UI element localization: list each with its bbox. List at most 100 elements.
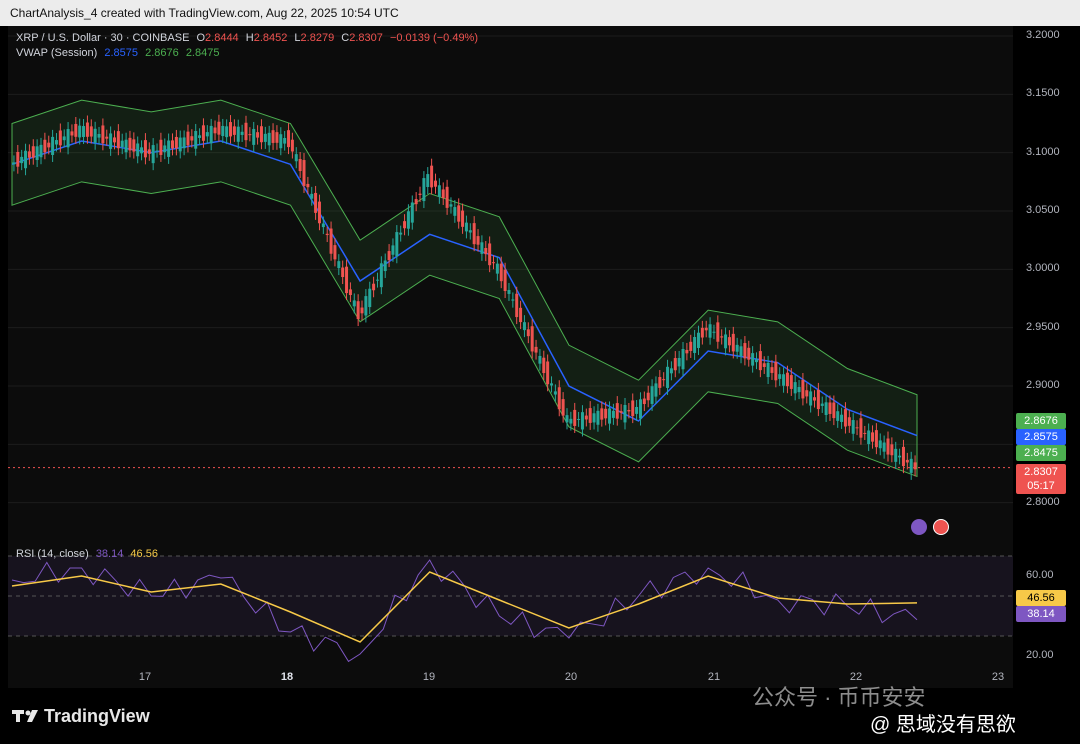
candle-body-197 <box>774 361 778 381</box>
candle-body-13 <box>62 136 66 141</box>
candle-body-162 <box>638 399 642 419</box>
candle-body-61 <box>248 134 252 136</box>
candle-body-91 <box>364 296 368 316</box>
candle-body-130 <box>515 293 519 318</box>
symbol-name: XRP / U.S. Dollar · 30 · COINBASE <box>16 32 190 44</box>
x-tick-label: 19 <box>422 671 436 683</box>
x-tick-label: 17 <box>138 671 152 683</box>
candle-body-92 <box>368 288 372 308</box>
candle-body-82 <box>329 228 333 254</box>
candle-body-103 <box>410 202 414 223</box>
candle-body-206 <box>809 391 813 406</box>
candle-body-107 <box>426 174 430 188</box>
candle-body-87 <box>348 289 352 296</box>
candle-body-161 <box>635 406 639 414</box>
candle-body-146 <box>577 418 581 420</box>
rsi-legend: RSI (14, close) 38.14 46.56 <box>16 548 162 560</box>
candle-body-100 <box>399 232 403 235</box>
candle-body-98 <box>391 245 395 255</box>
price-axis[interactable] <box>1013 26 1080 688</box>
candle-body-164 <box>646 392 650 401</box>
candle-body-198 <box>778 374 782 379</box>
candle-body-72 <box>290 139 294 152</box>
candle-body-213 <box>836 411 840 421</box>
chart-pane[interactable] <box>8 26 1013 688</box>
candle-body-210 <box>824 402 828 415</box>
candle-body-120 <box>476 236 480 245</box>
candle-body-81 <box>325 233 329 236</box>
candle-body-176 <box>693 336 697 353</box>
candle-body-233 <box>913 462 917 470</box>
candle-body-190 <box>747 347 751 360</box>
candle-body-129 <box>511 299 515 301</box>
candle-body-9 <box>47 142 51 148</box>
candle-body-80 <box>321 223 325 228</box>
candle-body-117 <box>464 222 468 232</box>
candle-body-22 <box>97 133 101 138</box>
candle-body-125 <box>495 263 499 274</box>
candle-body-67 <box>271 130 275 143</box>
us-flag-icon[interactable] <box>933 519 949 535</box>
candle-body-31 <box>132 139 136 152</box>
candle-body-171 <box>673 358 677 371</box>
candle-body-20 <box>89 126 93 137</box>
candle-body-108 <box>430 165 434 188</box>
candle-body-25 <box>109 133 113 149</box>
candle-body-39 <box>163 145 167 153</box>
candle-body-94 <box>375 279 379 281</box>
y-tick-label: 3.0000 <box>1026 262 1060 275</box>
candle-body-40 <box>167 140 171 157</box>
candle-body-140 <box>553 391 557 395</box>
rsi-chart[interactable] <box>8 546 1013 666</box>
chart-caption: ChartAnalysis_4 created with TradingView… <box>0 0 1080 26</box>
lightning-icon[interactable] <box>911 519 927 535</box>
y-tick-label: 3.2000 <box>1026 29 1060 41</box>
candle-body-10 <box>51 136 55 155</box>
candle-body-220 <box>863 432 867 434</box>
candle-body-4 <box>27 151 31 158</box>
y-tick-label: 3.1500 <box>1026 87 1060 100</box>
candle-body-106 <box>422 178 426 202</box>
candle-body-134 <box>530 326 534 352</box>
candle-body-221 <box>867 430 871 445</box>
candle-body-55 <box>225 126 229 138</box>
candle-body-48 <box>198 135 202 138</box>
tradingview-logo-icon <box>12 710 38 722</box>
candle-body-51 <box>209 125 213 144</box>
candle-body-191 <box>751 353 755 366</box>
candle-body-15 <box>70 131 74 136</box>
candle-body-2 <box>20 156 24 164</box>
candle-body-34 <box>143 140 147 158</box>
price-chart[interactable] <box>8 26 1013 536</box>
candle-body-154 <box>608 408 612 424</box>
candle-body-193 <box>758 351 762 371</box>
candle-body-168 <box>662 379 666 381</box>
x-tick-label: 20 <box>564 671 578 683</box>
candle-body-7 <box>39 144 43 158</box>
candle-body-5 <box>31 146 35 158</box>
candle-body-189 <box>743 343 747 359</box>
candle-body-192 <box>754 359 758 363</box>
candle-body-163 <box>642 398 646 405</box>
candle-body-104 <box>414 199 418 205</box>
candle-body-229 <box>898 455 902 458</box>
candle-body-11 <box>54 140 58 145</box>
candle-body-139 <box>550 383 554 386</box>
candle-body-124 <box>492 262 496 264</box>
vwap-mid-tag: 2.8575 <box>1016 429 1066 445</box>
candle-body-85 <box>341 267 345 278</box>
candle-body-153 <box>604 408 608 419</box>
candle-body-58 <box>236 126 240 142</box>
candle-body-37 <box>155 150 159 152</box>
candle-body-21 <box>93 128 97 143</box>
candle-body-143 <box>565 415 569 423</box>
candle-body-30 <box>128 137 132 151</box>
candle-body-45 <box>186 131 190 146</box>
rsi-tag: 38.14 <box>1016 606 1066 622</box>
candle-body-175 <box>689 341 693 351</box>
vwap-band <box>11 99 918 478</box>
candle-body-113 <box>449 204 453 207</box>
open-label: O <box>196 32 206 44</box>
candle-body-64 <box>259 126 263 143</box>
candle-body-212 <box>832 402 836 419</box>
